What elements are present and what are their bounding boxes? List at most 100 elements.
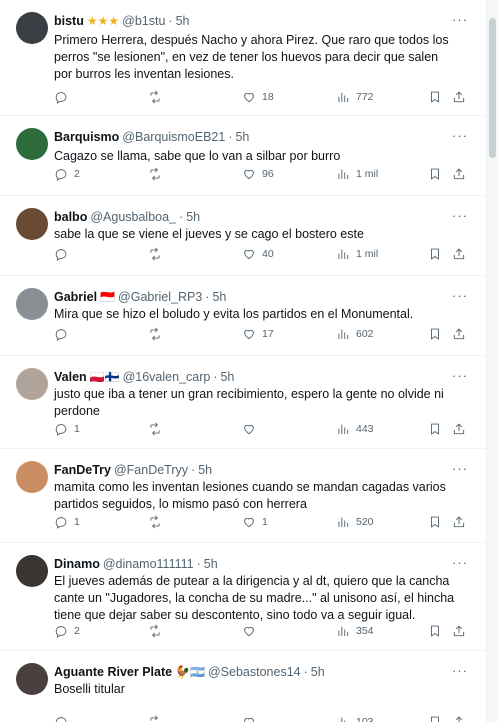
- views-button[interactable]: 602: [336, 327, 374, 341]
- share-button[interactable]: [452, 167, 466, 181]
- reply-button[interactable]: 2: [54, 624, 80, 638]
- reply-button[interactable]: 1: [54, 515, 80, 529]
- avatar[interactable]: [16, 288, 48, 320]
- share-button[interactable]: [452, 715, 466, 722]
- views-button[interactable]: 520: [336, 515, 374, 529]
- share-button[interactable]: [452, 90, 466, 104]
- like-button[interactable]: 18: [242, 90, 274, 104]
- bookmark-button[interactable]: [428, 327, 442, 341]
- views-button[interactable]: 103: [336, 715, 374, 722]
- bookmark-button[interactable]: [428, 422, 442, 436]
- share-icon: [453, 168, 465, 180]
- like-button[interactable]: [242, 624, 262, 638]
- timestamp[interactable]: 5h: [176, 14, 190, 28]
- display-name[interactable]: balbo: [54, 210, 87, 224]
- views-button[interactable]: 354: [336, 624, 374, 638]
- share-button[interactable]: [452, 247, 466, 261]
- views-button[interactable]: 1 mil: [336, 167, 378, 181]
- bookmark-button[interactable]: [428, 167, 442, 181]
- tweet[interactable]: bistu ★★★ @b1stu · 5h ··· Primero Herrer…: [0, 0, 486, 116]
- reply-button[interactable]: [54, 715, 74, 722]
- reply-button[interactable]: [54, 327, 74, 341]
- display-name[interactable]: Dinamo: [54, 557, 100, 571]
- display-name[interactable]: Gabriel: [54, 290, 97, 304]
- more-options-icon[interactable]: ···: [452, 368, 468, 383]
- share-button[interactable]: [452, 327, 466, 341]
- display-name[interactable]: FanDeTry: [54, 463, 111, 477]
- scrollbar[interactable]: [487, 0, 498, 722]
- display-name[interactable]: bistu: [54, 14, 84, 28]
- like-button[interactable]: [242, 422, 262, 436]
- retweet-button[interactable]: [148, 624, 168, 638]
- bookmark-button[interactable]: [428, 624, 442, 638]
- reply-button[interactable]: 1: [54, 422, 80, 436]
- like-button[interactable]: 1: [242, 515, 268, 529]
- bookmark-button[interactable]: [428, 515, 442, 529]
- avatar[interactable]: [16, 663, 48, 695]
- heart-icon: [244, 329, 254, 340]
- bookmark-button[interactable]: [428, 715, 442, 722]
- share-button[interactable]: [452, 515, 466, 529]
- retweet-button[interactable]: [148, 327, 168, 341]
- timestamp[interactable]: 5h: [311, 665, 325, 679]
- timestamp[interactable]: 5h: [235, 130, 249, 144]
- avatar[interactable]: [16, 461, 48, 493]
- user-handle[interactable]: @Gabriel_RP3: [118, 290, 202, 304]
- display-name[interactable]: Valen: [54, 370, 87, 384]
- share-button[interactable]: [452, 422, 466, 436]
- more-options-icon[interactable]: ···: [452, 12, 468, 27]
- reply-button[interactable]: [54, 247, 74, 261]
- more-options-icon[interactable]: ···: [452, 128, 468, 143]
- avatar[interactable]: [16, 128, 48, 160]
- retweet-button[interactable]: [148, 515, 168, 529]
- timestamp[interactable]: 5h: [204, 557, 218, 571]
- retweet-button[interactable]: [148, 247, 168, 261]
- more-options-icon[interactable]: ···: [452, 663, 468, 678]
- tweet[interactable]: Gabriel 🇮🇩 @Gabriel_RP3 · 5h ··· Mira qu…: [0, 276, 486, 356]
- views-button[interactable]: 772: [336, 90, 374, 104]
- user-handle[interactable]: @Agusbalboa_: [90, 210, 176, 224]
- timestamp[interactable]: 5h: [220, 370, 234, 384]
- timestamp[interactable]: 5h: [186, 210, 200, 224]
- more-options-icon[interactable]: ···: [452, 208, 468, 223]
- more-options-icon[interactable]: ···: [452, 288, 468, 303]
- timestamp[interactable]: 5h: [198, 463, 212, 477]
- avatar[interactable]: [16, 208, 48, 240]
- tweet[interactable]: Barquismo @BarquismoEB21 · 5h ··· Cagazo…: [0, 116, 486, 196]
- scrollbar-thumb[interactable]: [489, 18, 496, 158]
- more-options-icon[interactable]: ···: [452, 461, 468, 476]
- display-name[interactable]: Aguante River Plate: [54, 665, 172, 679]
- views-button[interactable]: 443: [336, 422, 374, 436]
- tweet[interactable]: Valen 🇵🇱🇫🇮 @16valen_carp · 5h ··· justo …: [0, 356, 486, 449]
- like-button[interactable]: 40: [242, 247, 274, 261]
- user-handle[interactable]: @FanDeTryy: [114, 463, 188, 477]
- user-handle[interactable]: @BarquismoEB21: [122, 130, 225, 144]
- share-button[interactable]: [452, 624, 466, 638]
- timestamp[interactable]: 5h: [212, 290, 226, 304]
- bookmark-button[interactable]: [428, 247, 442, 261]
- avatar[interactable]: [16, 12, 48, 44]
- display-name[interactable]: Barquismo: [54, 130, 119, 144]
- bookmark-button[interactable]: [428, 90, 442, 104]
- reply-button[interactable]: 2: [54, 167, 80, 181]
- retweet-button[interactable]: [148, 715, 168, 722]
- tweet[interactable]: Dinamo @dinamo111111 · 5h ··· El jueves …: [0, 543, 486, 651]
- user-handle[interactable]: @Sebastones14: [208, 665, 301, 679]
- retweet-button[interactable]: [148, 167, 168, 181]
- views-button[interactable]: 1 mil: [336, 247, 378, 261]
- like-button[interactable]: [242, 715, 262, 722]
- user-handle[interactable]: @dinamo111111: [103, 557, 194, 571]
- tweet[interactable]: balbo @Agusbalboa_ · 5h ··· sabe la que …: [0, 196, 486, 276]
- avatar[interactable]: [16, 555, 48, 587]
- like-button[interactable]: 96: [242, 167, 274, 181]
- retweet-button[interactable]: [148, 422, 168, 436]
- tweet[interactable]: FanDeTry @FanDeTryy · 5h ··· mamita como…: [0, 449, 486, 543]
- tweet[interactable]: Aguante River Plate 🐓🇦🇷 @Sebastones14 · …: [0, 651, 486, 722]
- retweet-button[interactable]: [148, 90, 168, 104]
- avatar[interactable]: [16, 368, 48, 400]
- reply-button[interactable]: [54, 90, 74, 104]
- more-options-icon[interactable]: ···: [452, 555, 468, 570]
- like-button[interactable]: 17: [242, 327, 274, 341]
- user-handle[interactable]: @b1stu: [122, 14, 165, 28]
- user-handle[interactable]: @16valen_carp: [123, 370, 211, 384]
